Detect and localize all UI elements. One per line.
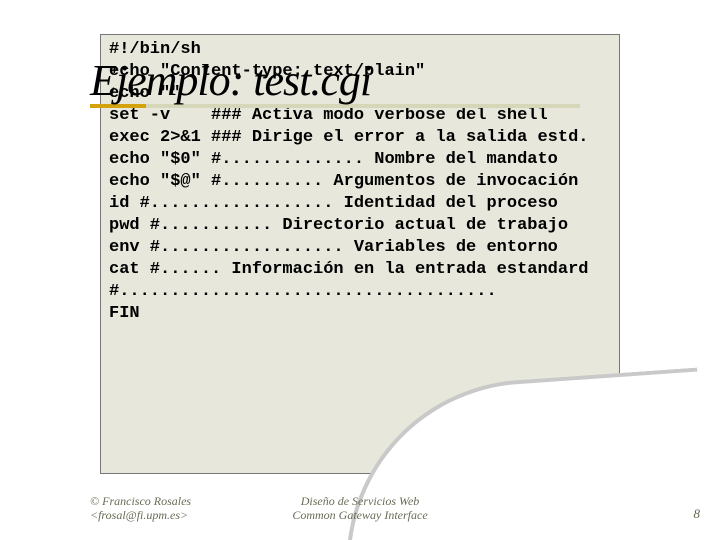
title-word-3: cgi: [320, 56, 371, 105]
page-number: 8: [694, 506, 701, 522]
title-word-1: Ejemplo: [90, 56, 230, 105]
slide-title: Ejemplo: test.cgi: [90, 55, 371, 106]
footer-center: Diseño de Servicios Web Common Gateway I…: [0, 494, 720, 522]
footer-topic-1: Diseño de Servicios Web: [0, 494, 720, 508]
slide: #!/bin/sh echo "Content-type: text/plain…: [0, 0, 720, 540]
title-word-2: test: [253, 56, 310, 105]
footer-topic-2: Common Gateway Interface: [0, 508, 720, 522]
